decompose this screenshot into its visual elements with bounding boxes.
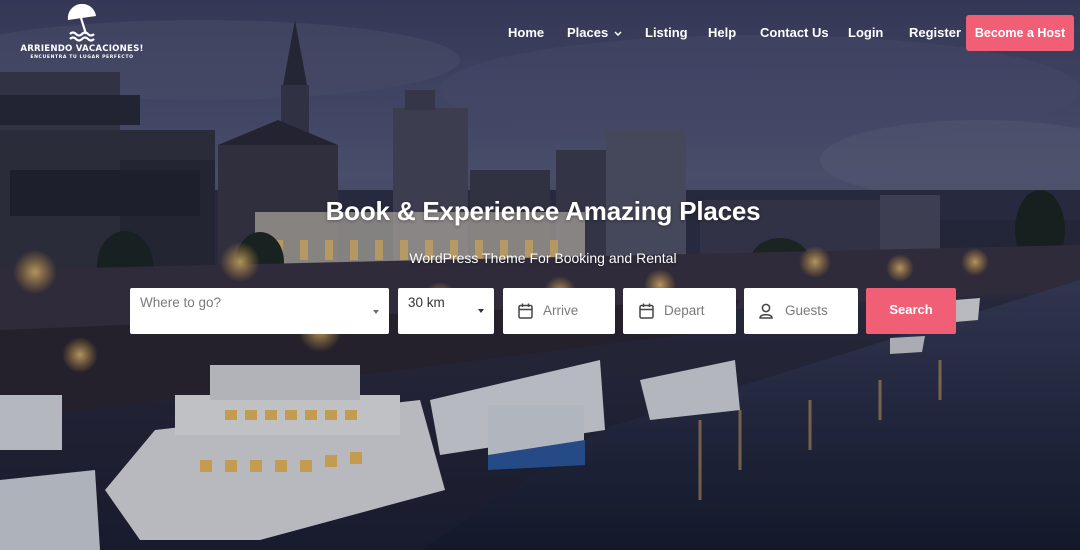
where-to-go-select[interactable]: Where to go?: [130, 288, 389, 334]
nav-places[interactable]: Places: [567, 25, 622, 40]
where-to-go-placeholder: Where to go?: [140, 295, 222, 310]
brand-name: ARRIENDO VACACIONES!: [20, 44, 144, 54]
nav-listing[interactable]: Listing: [645, 25, 688, 40]
become-a-host-button[interactable]: Become a Host: [966, 15, 1074, 51]
nav-login[interactable]: Login: [848, 25, 883, 40]
calendar-icon: [518, 303, 533, 319]
arrive-date-input[interactable]: Arrive: [503, 288, 615, 334]
nav-home[interactable]: Home: [508, 25, 544, 40]
radius-value: 30 km: [408, 295, 445, 310]
site-logo[interactable]: ARRIENDO VACACIONES! ENCUENTRA TU LUGAR …: [18, 4, 146, 62]
depart-date-input[interactable]: Depart: [623, 288, 736, 334]
guests-input[interactable]: Guests: [744, 288, 858, 334]
brand-tagline: ENCUENTRA TU LUGAR PERFECTO: [30, 55, 134, 60]
nav-help[interactable]: Help: [708, 25, 736, 40]
nav-places-label: Places: [567, 25, 609, 40]
calendar-icon: [639, 303, 654, 319]
nav-contact-us[interactable]: Contact Us: [760, 25, 829, 40]
depart-placeholder: Depart: [664, 303, 705, 318]
dropdown-caret-icon: [478, 309, 484, 313]
arrive-placeholder: Arrive: [543, 303, 579, 318]
hero-background-image: [0, 0, 1080, 550]
guests-placeholder: Guests: [785, 303, 828, 318]
user-icon: [759, 303, 773, 319]
radius-select[interactable]: 30 km: [398, 288, 494, 334]
hero-subtitle: WordPress Theme For Booking and Rental: [409, 250, 677, 266]
search-button[interactable]: Search: [866, 288, 956, 334]
dropdown-caret-icon: [373, 310, 379, 314]
hero-title: Book & Experience Amazing Places: [325, 196, 761, 226]
beach-umbrella-waves-icon: [67, 4, 96, 42]
nav-register[interactable]: Register: [909, 25, 961, 40]
chevron-down-icon: [614, 31, 622, 37]
